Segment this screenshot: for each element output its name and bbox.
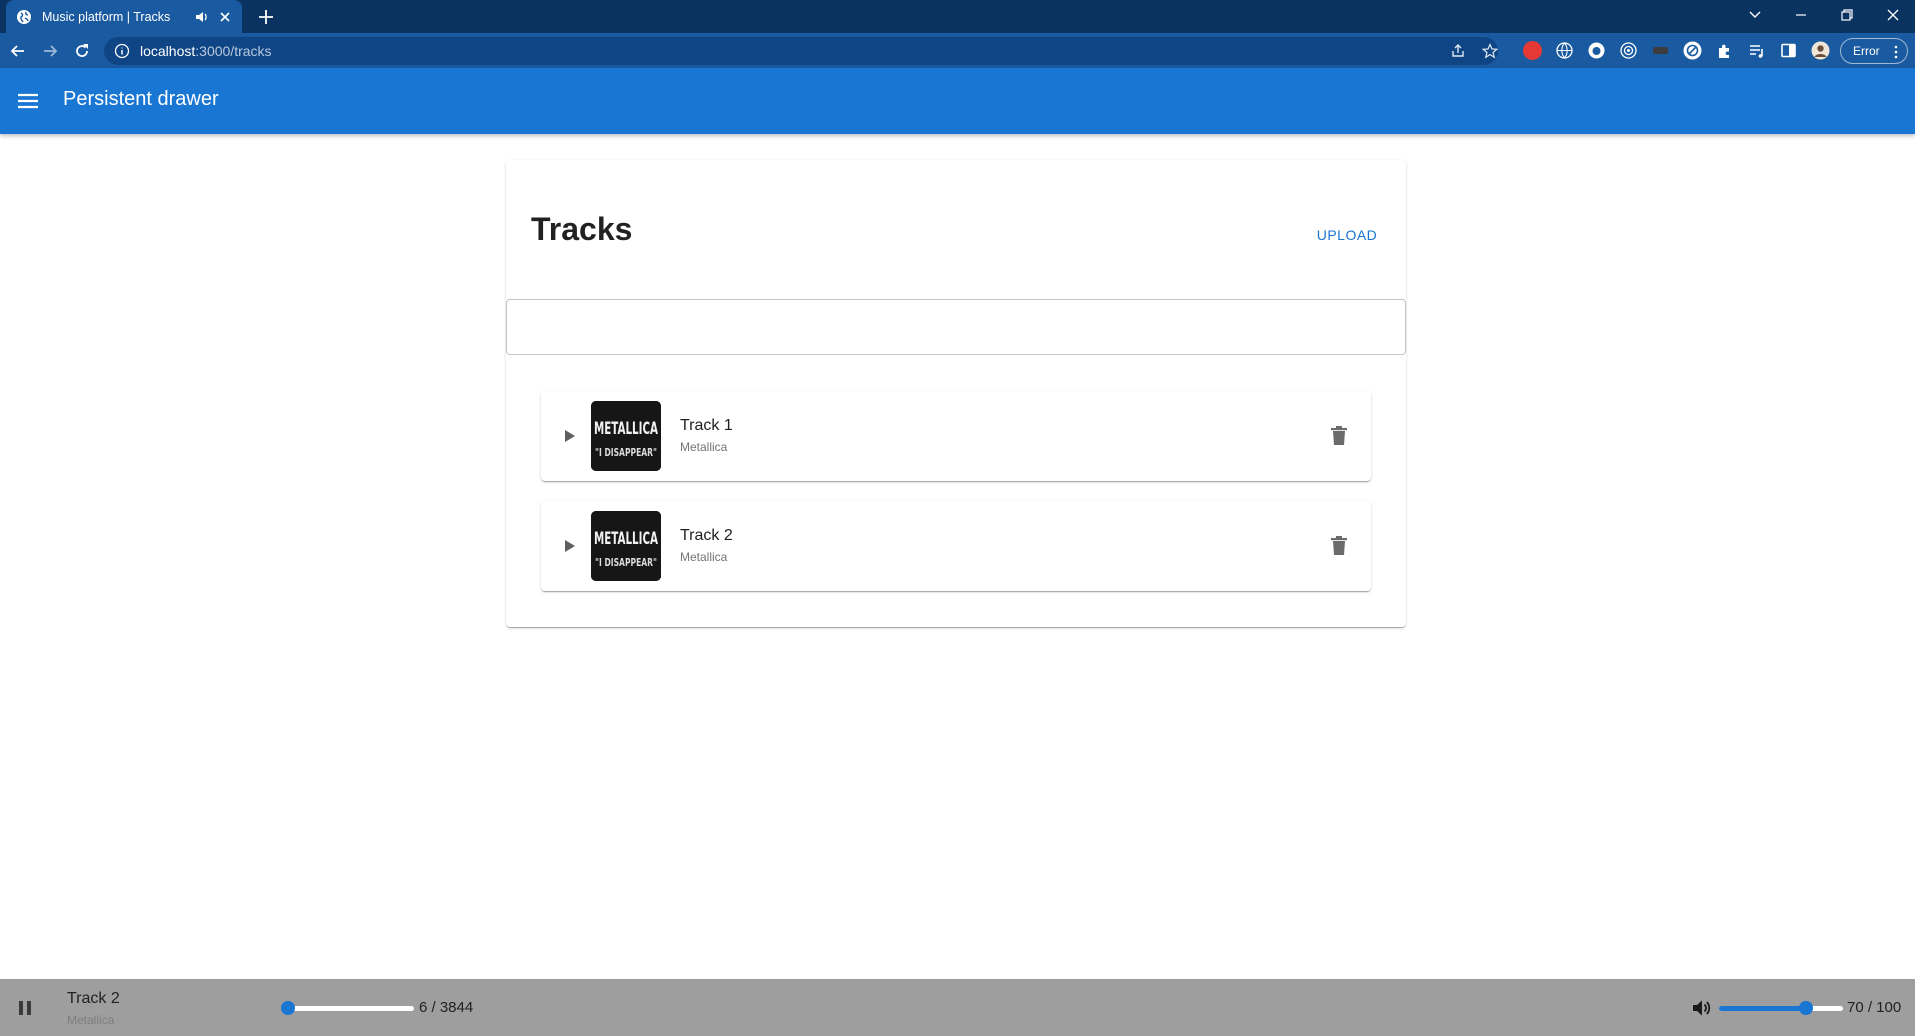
track-artist: Metallica <box>680 550 728 564</box>
album-cover-image: METALLICA "I DISAPPEAR" <box>591 401 661 471</box>
progress-readout: 6 / 3844 <box>419 999 474 1016</box>
svg-text:METALLICA: METALLICA <box>594 419 659 439</box>
site-info-icon[interactable] <box>114 43 130 59</box>
browser-tabstrip: Music platform | Tracks <box>0 0 1915 33</box>
tracks-card: Tracks UPLOAD METALLICA "I DISAPPEAR" Tr… <box>506 160 1406 627</box>
search-input[interactable] <box>506 299 1406 355</box>
volume-slider[interactable] <box>1719 1001 1843 1015</box>
player-bar: Track 2 Metallica 6 / 3844 70 / 100 <box>0 979 1915 1036</box>
extension-vpn-icon[interactable] <box>1651 41 1670 60</box>
now-playing-title: Track 2 <box>67 990 120 1007</box>
extension-red-icon[interactable] <box>1523 41 1542 60</box>
address-bar[interactable]: localhost:3000/tracks <box>104 37 1498 65</box>
profile-error-button[interactable]: Error <box>1840 38 1908 64</box>
url-path: :3000/tracks <box>195 43 272 59</box>
browser-menu-kebab-icon[interactable] <box>1894 45 1898 59</box>
url-host: localhost <box>140 43 196 59</box>
pause-icon[interactable] <box>16 998 34 1018</box>
upload-button[interactable]: UPLOAD <box>1302 217 1392 253</box>
extension-globe-icon[interactable] <box>1555 41 1574 60</box>
extension-sync-icon[interactable] <box>1683 41 1702 60</box>
new-tab-plus-icon[interactable] <box>256 7 276 27</box>
forward-arrow-icon[interactable] <box>40 41 60 61</box>
browser-tab-active[interactable]: Music platform | Tracks <box>6 0 242 33</box>
reload-icon[interactable] <box>72 41 92 61</box>
svg-text:METALLICA: METALLICA <box>594 529 659 549</box>
page-title: Tracks <box>531 211 633 247</box>
browser-toolbar: localhost:3000/tracks Error <box>0 33 1915 68</box>
play-icon[interactable] <box>560 537 578 555</box>
minimize-icon[interactable] <box>1778 0 1824 30</box>
tab-close-icon[interactable] <box>218 10 232 24</box>
volume-readout: 70 / 100 <box>1847 999 1902 1016</box>
now-playing-artist: Metallica <box>67 1013 115 1027</box>
bookmark-star-icon[interactable] <box>1482 43 1498 59</box>
extensions-puzzle-icon[interactable] <box>1715 41 1734 60</box>
tab-search-chevron-icon[interactable] <box>1732 0 1778 30</box>
globe-icon <box>17 9 31 24</box>
play-icon[interactable] <box>560 427 578 445</box>
profile-error-label: Error <box>1853 44 1880 58</box>
restore-icon[interactable] <box>1824 0 1870 30</box>
track-artist: Metallica <box>680 440 728 454</box>
side-panel-icon[interactable] <box>1779 41 1798 60</box>
delete-trash-icon[interactable] <box>1329 425 1349 447</box>
close-window-icon[interactable] <box>1870 0 1915 30</box>
extension-target-icon[interactable] <box>1619 41 1638 60</box>
svg-text:"I DISAPPEAR": "I DISAPPEAR" <box>595 556 657 569</box>
album-cover-image: METALLICA "I DISAPPEAR" <box>591 511 661 581</box>
share-icon[interactable] <box>1450 43 1466 59</box>
app-bar: Persistent drawer <box>0 68 1915 134</box>
tab-audio-playing-icon[interactable] <box>194 9 210 25</box>
track-title: Track 2 <box>680 527 733 544</box>
progress-slider[interactable] <box>281 1001 414 1015</box>
progress-slider-thumb[interactable] <box>281 1001 296 1015</box>
track-item[interactable]: METALLICA "I DISAPPEAR" Track 1 Metallic… <box>541 391 1371 481</box>
menu-hamburger-icon[interactable] <box>15 89 41 113</box>
volume-slider-fill <box>1719 1006 1806 1011</box>
progress-slider-rail <box>288 1006 414 1011</box>
volume-up-icon[interactable] <box>1690 997 1712 1019</box>
volume-slider-thumb[interactable] <box>1798 1001 1813 1015</box>
extension-drop-icon[interactable] <box>1587 41 1606 60</box>
track-item[interactable]: METALLICA "I DISAPPEAR" Track 2 Metallic… <box>541 501 1371 591</box>
profile-avatar-icon[interactable] <box>1811 41 1830 60</box>
back-arrow-icon[interactable] <box>8 41 28 61</box>
app-bar-title: Persistent drawer <box>63 88 219 110</box>
tab-title: Music platform | Tracks <box>42 9 171 24</box>
delete-trash-icon[interactable] <box>1329 535 1349 557</box>
svg-text:"I DISAPPEAR": "I DISAPPEAR" <box>595 446 657 459</box>
track-title: Track 1 <box>680 417 733 434</box>
media-queue-icon[interactable] <box>1747 41 1766 60</box>
